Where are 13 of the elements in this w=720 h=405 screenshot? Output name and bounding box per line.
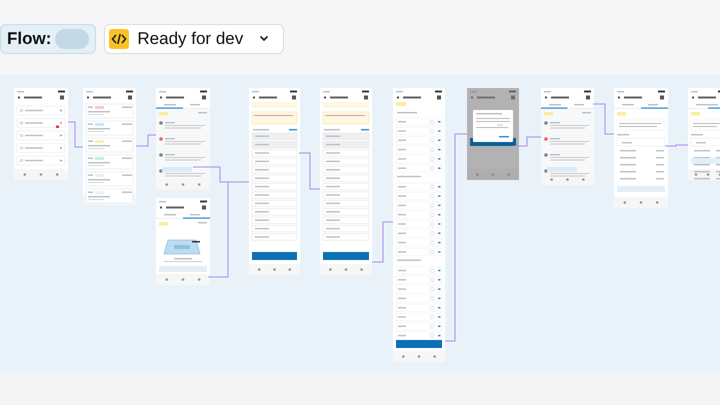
connector-line <box>512 136 542 146</box>
connector-line <box>136 134 156 146</box>
connector-line <box>68 122 84 148</box>
caret-icon <box>259 35 270 42</box>
connector-line <box>372 222 394 262</box>
status-dropdown[interactable]: Ready for dev <box>104 24 284 54</box>
connector-line <box>592 104 614 134</box>
flow-label: Flow: <box>7 28 52 50</box>
connector-line <box>298 152 320 190</box>
flow-chip[interactable]: Flow: <box>0 24 96 54</box>
redacted-name <box>55 28 90 48</box>
connector-line <box>664 144 688 146</box>
code-icon <box>109 28 130 48</box>
